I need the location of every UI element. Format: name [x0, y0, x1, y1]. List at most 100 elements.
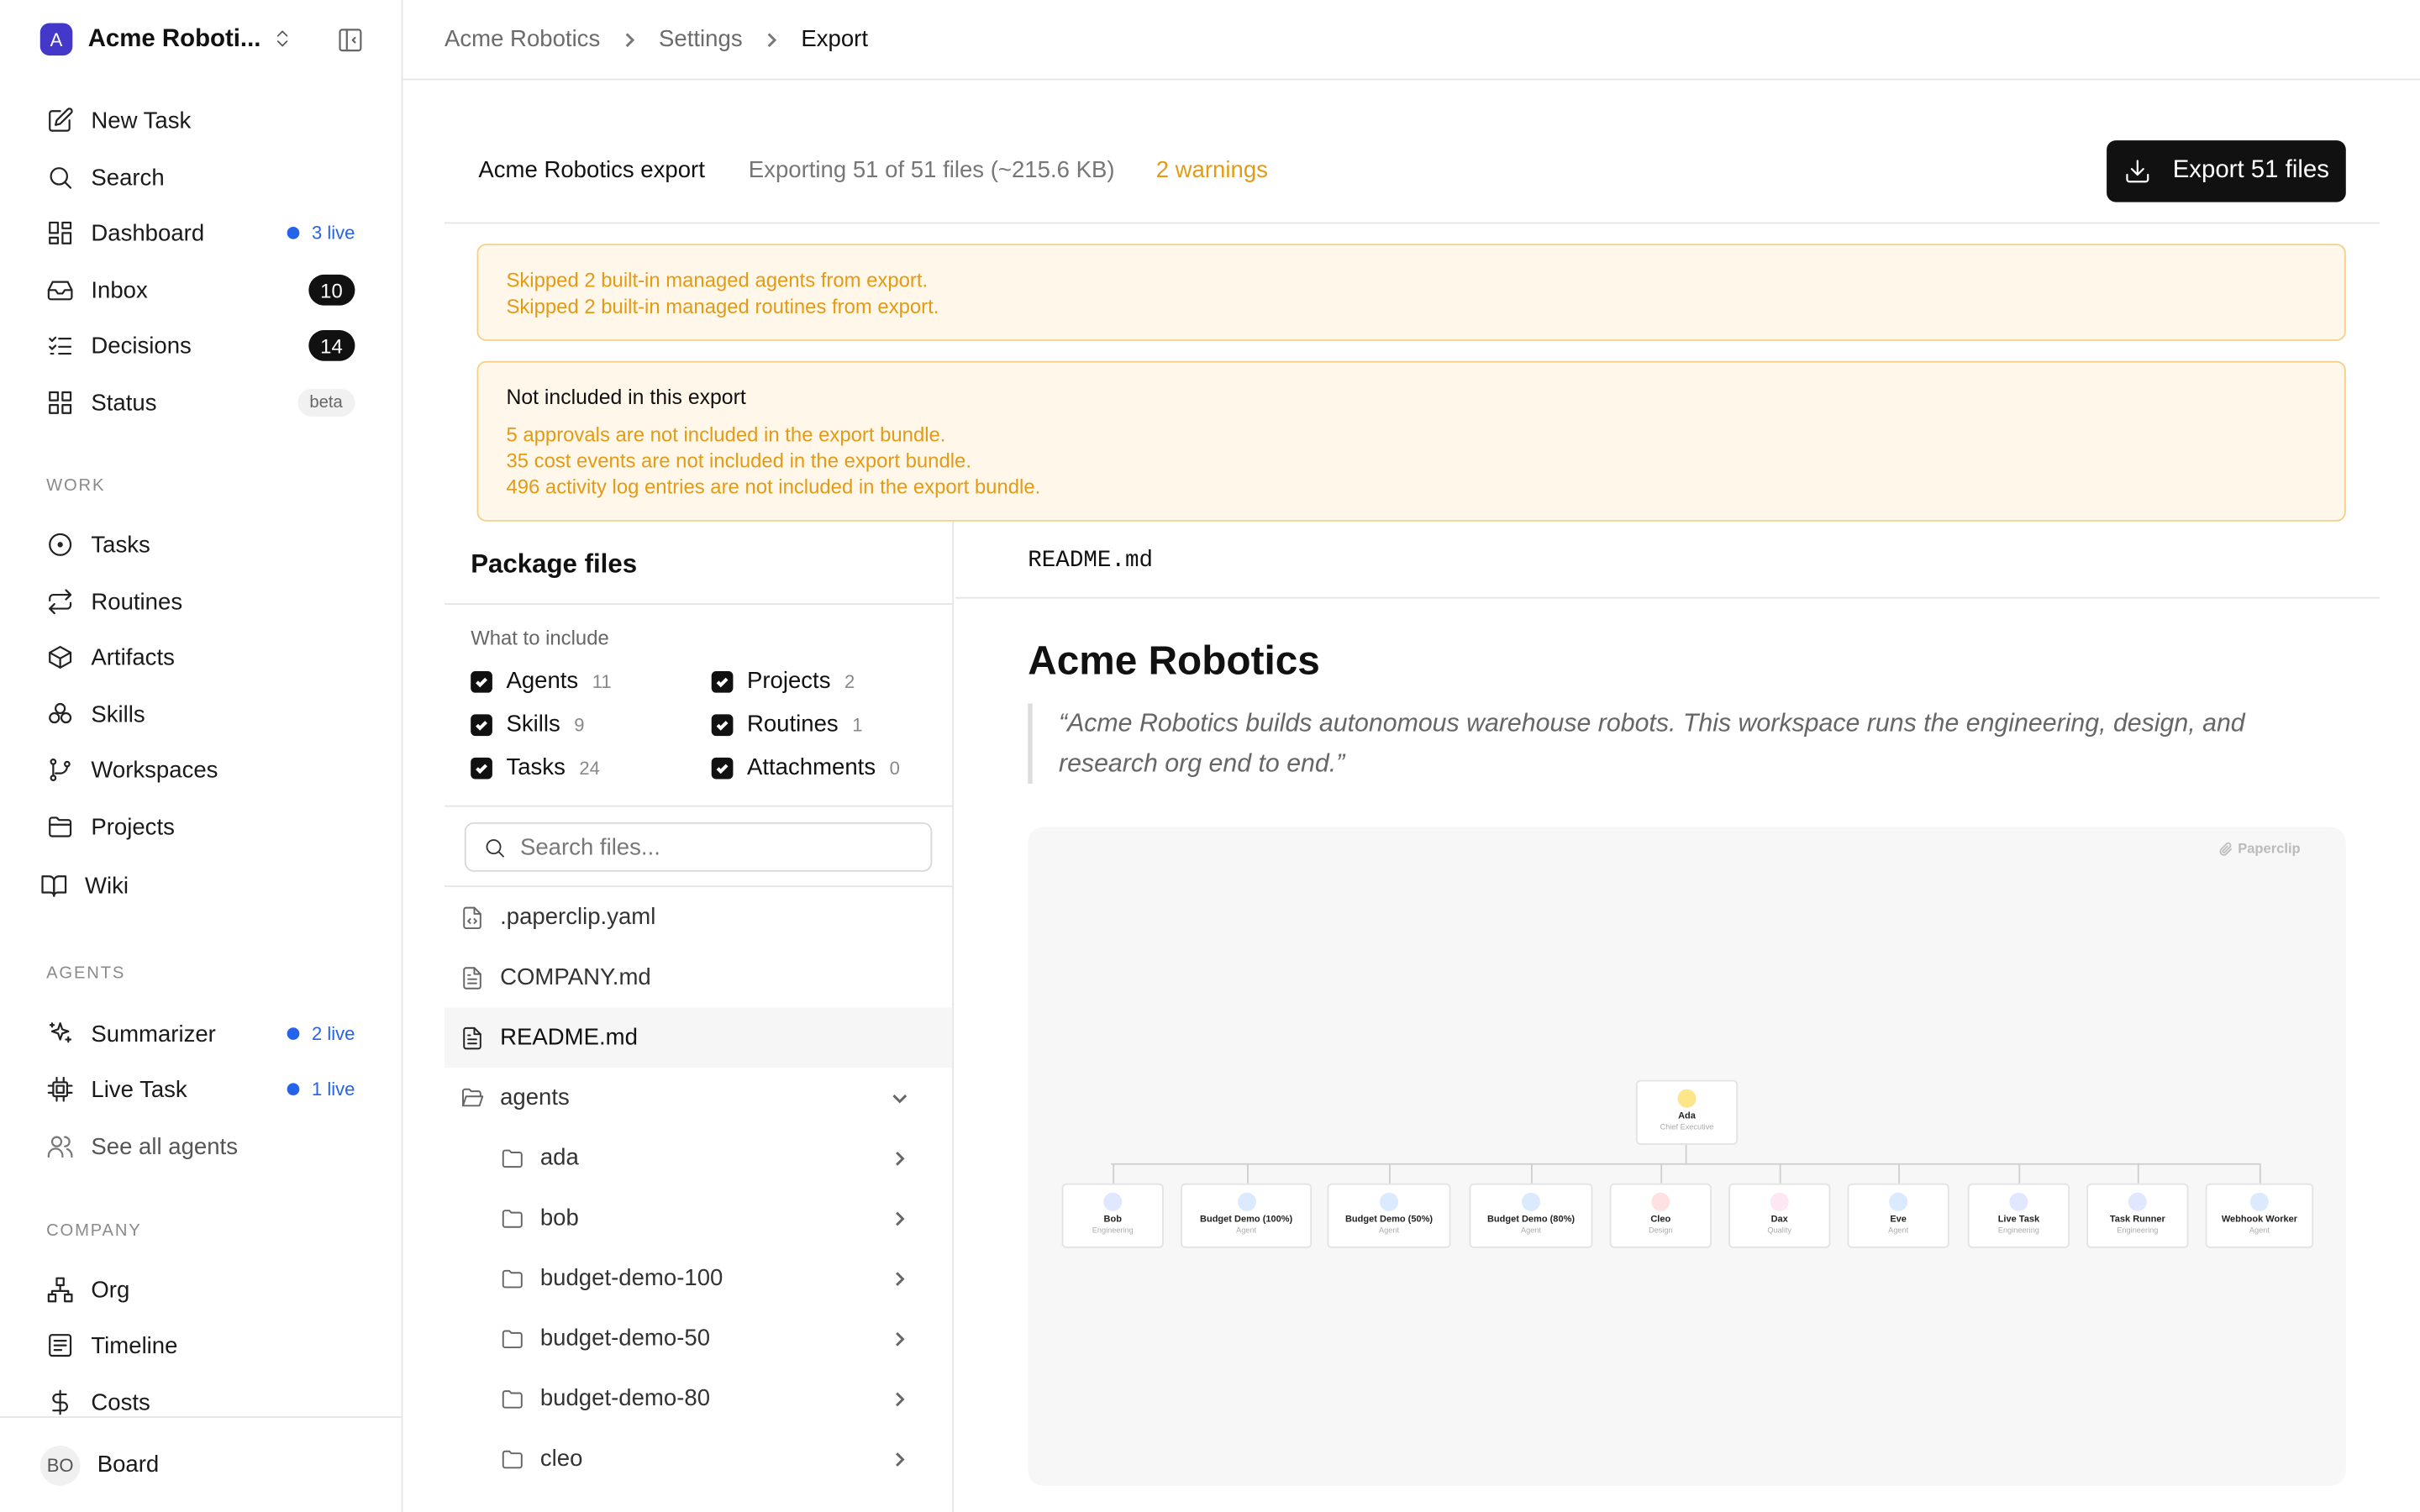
- nav-wiki[interactable]: Wiki: [40, 865, 349, 906]
- export-button-label: Export 51 files: [2172, 157, 2329, 184]
- org-node-name: Webhook Worker: [2221, 1215, 2298, 1226]
- folder-row-agents[interactable]: agents: [445, 1068, 952, 1128]
- nav-new-task[interactable]: New Task: [46, 100, 355, 140]
- nav-search[interactable]: Search: [46, 157, 355, 197]
- grid-icon: [49, 391, 72, 414]
- breadcrumb-export: Export: [801, 26, 869, 53]
- checkbox-checked-icon: [711, 756, 734, 779]
- folder-row[interactable]: budget-demo-50: [445, 1309, 952, 1369]
- nav-timeline-label: Timeline: [91, 1331, 178, 1359]
- nav-agent-live-task[interactable]: Live Task 1 live: [46, 1069, 355, 1110]
- org-avatar: [1521, 1192, 1541, 1211]
- chevrons-up-down-icon[interactable]: [271, 28, 293, 50]
- folder-open-icon: [462, 1087, 484, 1106]
- nav-skills-label: Skills: [91, 701, 145, 728]
- folder-icon: [502, 1389, 523, 1408]
- org-connector: [1389, 1163, 1391, 1184]
- file-row[interactable]: COMPANY.md: [445, 948, 952, 1008]
- checkbox-count: 2: [844, 670, 855, 692]
- breadcrumb-settings[interactable]: Settings: [659, 26, 743, 52]
- export-summary: Exporting 51 of 51 files (~215.6 KB): [748, 157, 1115, 184]
- chevron-right-icon[interactable]: [891, 1329, 909, 1347]
- include-agents-checkbox[interactable]: Agents 11: [471, 668, 612, 695]
- folder-row[interactable]: cleo: [445, 1429, 952, 1489]
- nav-routines[interactable]: Routines: [46, 581, 355, 622]
- folder-name: budget-demo-100: [539, 1265, 723, 1292]
- user-footer[interactable]: BO Board: [0, 1416, 403, 1512]
- chevron-right-icon[interactable]: [891, 1148, 909, 1167]
- nav-org[interactable]: Org: [46, 1270, 355, 1310]
- folder-row[interactable]: ada: [445, 1128, 952, 1189]
- boxes-icon: [49, 702, 72, 724]
- divider: [444, 603, 955, 605]
- top-bar: Acme Robotics Settings Export: [402, 0, 2420, 81]
- org-node-role: Agent: [1888, 1226, 1909, 1236]
- file-row[interactable]: .paperclip.yaml: [445, 887, 952, 948]
- breadcrumb-company[interactable]: Acme Robotics: [445, 26, 600, 52]
- org-node-name: Ada: [1678, 1112, 1696, 1122]
- include-routines-checkbox[interactable]: Routines 1: [711, 711, 863, 738]
- nav-projects[interactable]: Projects: [46, 807, 355, 848]
- export-button[interactable]: Export 51 files: [2107, 140, 2346, 202]
- nav-workspaces[interactable]: Workspaces: [46, 750, 355, 790]
- divider: [444, 805, 955, 807]
- live-dot-icon: [287, 226, 300, 239]
- include-attachments-checkbox[interactable]: Attachments 0: [711, 754, 900, 780]
- nav-dashboard-label: Dashboard: [91, 219, 205, 246]
- warnings-count[interactable]: 2 warnings: [1156, 157, 1268, 183]
- cpu-icon: [47, 1076, 73, 1102]
- include-tasks-checkbox[interactable]: Tasks 24: [471, 754, 600, 780]
- nav-timeline[interactable]: Timeline: [46, 1326, 355, 1366]
- nav-see-all-label: See all agents: [91, 1133, 238, 1160]
- folder-row[interactable]: budget-demo-80: [445, 1368, 952, 1429]
- nav-dashboard[interactable]: Dashboard 3 live: [46, 213, 355, 253]
- nav-tasks[interactable]: Tasks: [46, 524, 355, 564]
- folder-row[interactable]: bob: [445, 1188, 952, 1248]
- org-avatar: [2009, 1192, 2028, 1211]
- section-label-company: COMPANY: [46, 1221, 142, 1241]
- skipped-warning-alert: Skipped 2 built-in managed agents from e…: [476, 244, 2346, 341]
- chevron-down-icon[interactable]: [891, 1089, 909, 1107]
- nav-see-all-agents[interactable]: See all agents: [46, 1126, 355, 1167]
- checkbox-count: 9: [574, 713, 585, 736]
- repeat-icon: [49, 589, 72, 615]
- nav-artifacts[interactable]: Artifacts: [46, 638, 355, 678]
- org-connector: [1246, 1163, 1248, 1184]
- beta-badge: beta: [297, 388, 355, 417]
- book-open-icon: [41, 875, 67, 897]
- live-indicator: 1 live: [287, 1079, 355, 1100]
- collapse-sidebar-icon[interactable]: [336, 26, 364, 54]
- chevron-right-icon[interactable]: [891, 1269, 909, 1288]
- org-node-root: Ada Chief Executive: [1635, 1079, 1739, 1145]
- chevron-right-icon[interactable]: [891, 1450, 909, 1468]
- search-files-input[interactable]: [519, 833, 891, 860]
- nav-agent-summarizer[interactable]: Summarizer 2 live: [46, 1014, 355, 1054]
- alert-line: Skipped 2 built-in managed agents from e…: [506, 268, 929, 292]
- folder-row[interactable]: budget-demo-100: [445, 1248, 952, 1309]
- org-node-role: Agent: [1236, 1226, 1257, 1236]
- include-skills-checkbox[interactable]: Skills 9: [471, 711, 585, 738]
- org-connector: [2137, 1163, 2139, 1184]
- org-avatar: [2249, 1192, 2269, 1211]
- nav-inbox[interactable]: Inbox 10: [46, 270, 355, 310]
- live-indicator: 3 live: [287, 222, 355, 244]
- org-connector: [1685, 1144, 1687, 1165]
- search-icon: [486, 838, 504, 857]
- org-avatar: [1677, 1089, 1697, 1108]
- file-name: README.md: [500, 1024, 638, 1051]
- paperclip-watermark: Paperclip: [2219, 841, 2301, 856]
- include-projects-checkbox[interactable]: Projects 2: [711, 668, 855, 695]
- file-row-selected[interactable]: README.md: [444, 1007, 953, 1068]
- checkbox-count: 0: [889, 756, 900, 779]
- file-search[interactable]: [464, 822, 933, 872]
- org-avatar: [1237, 1192, 1256, 1211]
- preview-filename: README.md: [1028, 548, 1154, 575]
- chevron-right-icon[interactable]: [891, 1389, 909, 1408]
- folder-name: agents: [500, 1084, 570, 1111]
- nav-skills[interactable]: Skills: [46, 695, 355, 735]
- nav-status[interactable]: Status beta: [46, 383, 355, 423]
- chevron-right-icon[interactable]: [891, 1209, 909, 1227]
- folder-icon: [502, 1449, 523, 1468]
- workspace-switcher[interactable]: A Acme Roboti...: [39, 23, 260, 56]
- nav-decisions[interactable]: Decisions 14: [46, 326, 355, 366]
